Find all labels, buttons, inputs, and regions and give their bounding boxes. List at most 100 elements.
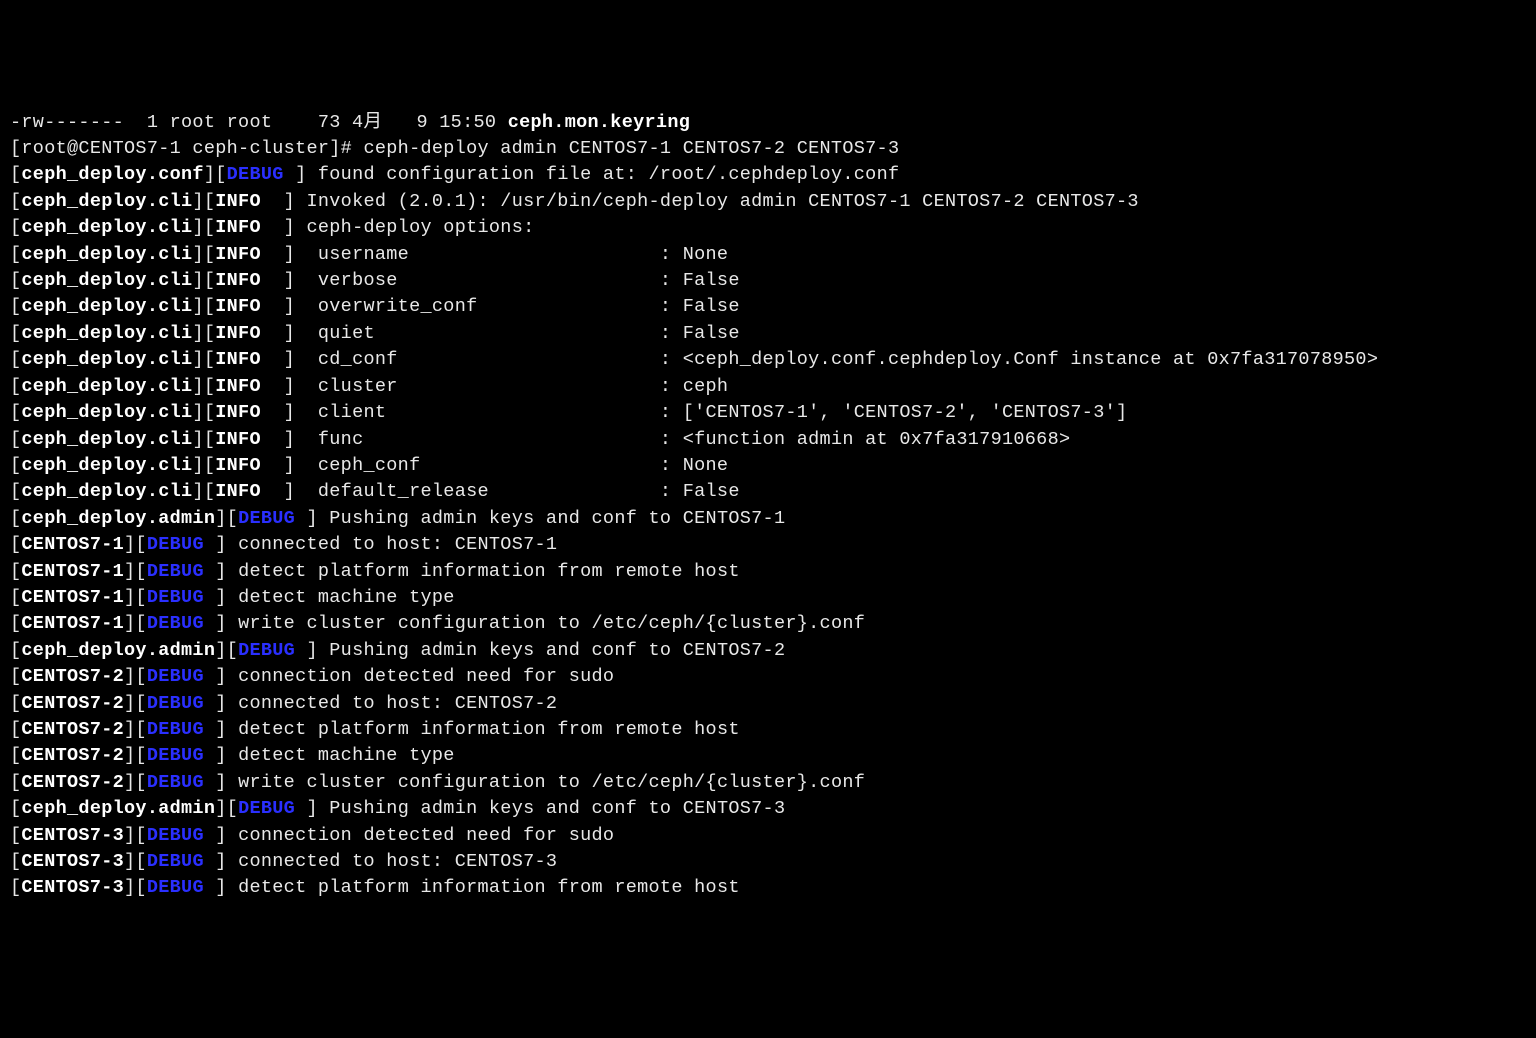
terminal-segment: [ — [10, 270, 21, 291]
terminal-line: [ceph_deploy.conf][DEBUG ] found configu… — [10, 162, 1526, 188]
terminal-segment: ][ — [124, 719, 147, 740]
terminal-segment: ][ — [124, 693, 147, 714]
terminal-line: [ceph_deploy.admin][DEBUG ] Pushing admi… — [10, 638, 1526, 664]
terminal-segment: [ — [10, 851, 21, 872]
terminal-segment: [ — [10, 164, 21, 185]
terminal-line: [CENTOS7-1][DEBUG ] detect platform info… — [10, 559, 1526, 585]
terminal-segment: [ — [10, 429, 21, 450]
terminal-segment: [ — [10, 825, 21, 846]
terminal-line: [ceph_deploy.cli][INFO ] ceph-deploy opt… — [10, 215, 1526, 241]
terminal-segment: [ — [10, 508, 21, 529]
terminal-segment: INFO — [215, 217, 261, 238]
terminal-line: [CENTOS7-2][DEBUG ] detect machine type — [10, 743, 1526, 769]
terminal-segment: ] connection detected need for sudo — [204, 666, 614, 687]
terminal-segment: ][ — [124, 534, 147, 555]
terminal-segment: ][ — [192, 270, 215, 291]
terminal-line: [ceph_deploy.cli][INFO ] Invoked (2.0.1)… — [10, 189, 1526, 215]
terminal-segment: ][ — [192, 217, 215, 238]
terminal-segment: INFO — [215, 349, 261, 370]
terminal-segment: ][ — [124, 851, 147, 872]
terminal-line: [CENTOS7-2][DEBUG ] connected to host: C… — [10, 691, 1526, 717]
terminal-segment: ] connected to host: CENTOS7-1 — [204, 534, 569, 555]
terminal-segment: ] connection detected need for sudo — [204, 825, 614, 846]
terminal-segment: ceph_deploy.admin — [21, 640, 215, 661]
terminal-segment: ][ — [124, 561, 147, 582]
terminal-segment: ] detect platform information from remot… — [204, 719, 740, 740]
terminal-segment: ][ — [192, 429, 215, 450]
terminal-line: [CENTOS7-2][DEBUG ] detect platform info… — [10, 717, 1526, 743]
terminal-line: [ceph_deploy.cli][INFO ] default_release… — [10, 479, 1526, 505]
terminal-segment: ceph_deploy.cli — [21, 481, 192, 502]
terminal-line: [CENTOS7-1][DEBUG ] write cluster config… — [10, 611, 1526, 637]
terminal-line: [ceph_deploy.cli][INFO ] func : <functio… — [10, 427, 1526, 453]
terminal-segment: ][ — [124, 745, 147, 766]
terminal-segment: ] Invoked (2.0.1): /usr/bin/ceph-deploy … — [261, 191, 1139, 212]
terminal-segment: DEBUG — [227, 164, 284, 185]
terminal-segment: ] client : ['CENTOS7-1', 'CENTOS7-2', 'C… — [261, 402, 1128, 423]
terminal-segment: [ — [10, 772, 21, 793]
terminal-segment: ceph_deploy.cli — [21, 402, 192, 423]
terminal-segment: ][ — [124, 587, 147, 608]
terminal-segment: ][ — [192, 296, 215, 317]
terminal-segment: [ — [10, 745, 21, 766]
terminal-segment: DEBUG — [147, 534, 204, 555]
terminal-segment: -rw------- 1 root root 73 4月 9 15:50 — [10, 112, 508, 133]
terminal-segment: ceph_deploy.cli — [21, 323, 192, 344]
terminal-segment: DEBUG — [147, 587, 204, 608]
terminal-segment: ][ — [215, 508, 238, 529]
terminal-line: [ceph_deploy.cli][INFO ] cd_conf : <ceph… — [10, 347, 1526, 373]
terminal-segment: ] detect machine type — [204, 745, 455, 766]
terminal-segment: DEBUG — [147, 613, 204, 634]
terminal-segment: [ — [10, 666, 21, 687]
terminal-segment: ] default_release : False — [261, 481, 740, 502]
terminal-segment: ][ — [215, 640, 238, 661]
terminal-segment: ceph_deploy.cli — [21, 217, 192, 238]
terminal-segment: CENTOS7-1 — [21, 534, 124, 555]
terminal-segment: INFO — [215, 244, 261, 265]
terminal-line: [CENTOS7-1][DEBUG ] connected to host: C… — [10, 532, 1526, 558]
terminal-segment: ][ — [192, 349, 215, 370]
terminal-segment: [ — [10, 191, 21, 212]
terminal-segment: [ — [10, 561, 21, 582]
terminal-line: [ceph_deploy.cli][INFO ] quiet : False — [10, 321, 1526, 347]
terminal-segment: ] cd_conf : <ceph_deploy.conf.cephdeploy… — [261, 349, 1378, 370]
terminal-segment: [ — [10, 640, 21, 661]
terminal-segment: [ — [10, 693, 21, 714]
terminal-segment: ][ — [192, 455, 215, 476]
terminal-segment: [ — [10, 349, 21, 370]
terminal-line: [ceph_deploy.admin][DEBUG ] Pushing admi… — [10, 506, 1526, 532]
terminal-segment: INFO — [215, 323, 261, 344]
terminal-segment: ][ — [124, 666, 147, 687]
terminal-line: [ceph_deploy.admin][DEBUG ] Pushing admi… — [10, 796, 1526, 822]
terminal-segment: [ — [10, 613, 21, 634]
terminal-segment: ][ — [204, 164, 227, 185]
terminal-segment: CENTOS7-3 — [21, 851, 124, 872]
terminal-segment: INFO — [215, 429, 261, 450]
terminal-segment: INFO — [215, 376, 261, 397]
terminal-segment: [ — [10, 402, 21, 423]
terminal-segment: ceph_deploy.cli — [21, 376, 192, 397]
terminal-segment: INFO — [215, 402, 261, 423]
terminal-line: [CENTOS7-2][DEBUG ] write cluster config… — [10, 770, 1526, 796]
terminal-segment: INFO — [215, 481, 261, 502]
terminal-segment: ] detect platform information from remot… — [204, 561, 740, 582]
terminal-segment: CENTOS7-1 — [21, 587, 124, 608]
terminal-segment: [ — [10, 877, 21, 898]
terminal-segment: [ — [10, 798, 21, 819]
terminal-segment: ceph_deploy.cli — [21, 296, 192, 317]
terminal-output[interactable]: -rw------- 1 root root 73 4月 9 15:50 cep… — [10, 110, 1526, 902]
terminal-segment: CENTOS7-2 — [21, 666, 124, 687]
terminal-segment: ][ — [192, 244, 215, 265]
terminal-line: [root@CENTOS7-1 ceph-cluster]# ceph-depl… — [10, 136, 1526, 162]
terminal-segment: ] detect machine type — [204, 587, 455, 608]
terminal-segment: ][ — [124, 877, 147, 898]
terminal-segment: [root@CENTOS7-1 ceph-cluster]# ceph-depl… — [10, 138, 899, 159]
terminal-segment: DEBUG — [147, 745, 204, 766]
terminal-segment: ] detect platform information from remot… — [204, 877, 740, 898]
terminal-segment: ][ — [192, 376, 215, 397]
terminal-segment: ][ — [192, 191, 215, 212]
terminal-segment: CENTOS7-2 — [21, 719, 124, 740]
terminal-segment: [ — [10, 323, 21, 344]
terminal-segment: INFO — [215, 191, 261, 212]
terminal-line: [ceph_deploy.cli][INFO ] username : None — [10, 242, 1526, 268]
